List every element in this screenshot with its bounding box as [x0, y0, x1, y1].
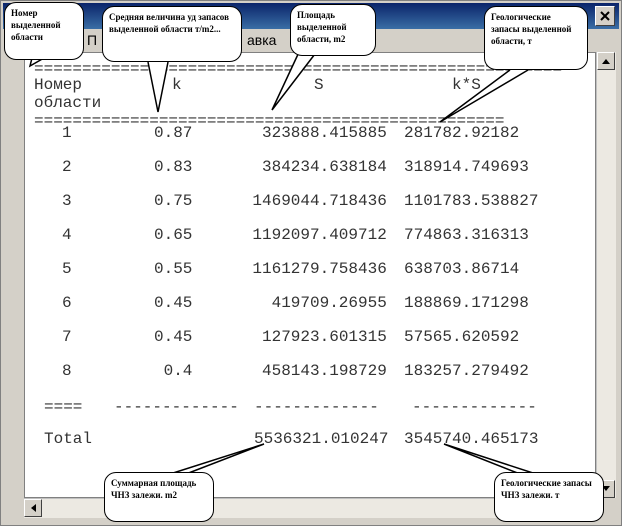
vertical-scrollbar[interactable]: [596, 52, 616, 498]
total-label: Total: [44, 430, 93, 448]
scroll-up-button[interactable]: [597, 52, 615, 70]
close-button[interactable]: [595, 6, 615, 26]
cell-s: 1469044.718436: [252, 192, 387, 210]
cell-ks: 188869.171298: [404, 294, 529, 312]
dash-k: -------------: [114, 398, 239, 416]
callout-area: Площадь выделенной области, m2: [290, 4, 376, 56]
menu-item-1[interactable]: П: [87, 32, 97, 48]
cell-num: 6: [62, 294, 72, 312]
total-s: 5536321.010247: [254, 430, 389, 448]
dash-num: ====: [44, 398, 83, 416]
cell-s: 127923.601315: [262, 328, 387, 346]
header-ks: k*S: [452, 76, 481, 94]
arrow-left-icon: [31, 504, 36, 512]
cell-k: 0.45: [154, 328, 193, 346]
callout-total-area: Суммарная площадь ЧНЗ залежи. m2: [104, 472, 214, 522]
cell-num: 2: [62, 158, 72, 176]
cell-k: 0.4: [163, 362, 193, 380]
cell-s: 419709.26955: [271, 294, 387, 312]
cell-num: 1: [62, 124, 72, 142]
cell-num: 8: [62, 362, 72, 380]
total-ks: 3545740.465173: [404, 430, 539, 448]
cell-num: 7: [62, 328, 72, 346]
callout-total-reserves: Геологические запасы ЧНЗ залежи. т: [494, 472, 604, 522]
cell-k: 0.65: [154, 226, 193, 244]
dash-s: -------------: [254, 398, 379, 416]
cell-s: 1192097.409712: [252, 226, 387, 244]
header-k: k: [172, 76, 182, 94]
cell-ks: 1101783.538827: [404, 192, 539, 210]
cell-k: 0.75: [154, 192, 193, 210]
cell-k: 0.55: [154, 260, 193, 278]
cell-k: 0.87: [154, 124, 193, 142]
separator-top: ========================================…: [34, 60, 563, 78]
cell-num: 5: [62, 260, 72, 278]
cell-ks: 318914.749693: [404, 158, 529, 176]
cell-ks: 774863.316313: [404, 226, 529, 244]
cell-ks: 638703.86714: [404, 260, 520, 278]
header-s: S: [314, 76, 324, 94]
callout-region-number: Номер выделенной области: [4, 2, 84, 60]
cell-k: 0.83: [154, 158, 193, 176]
menu-item-edit[interactable]: авка: [247, 32, 276, 48]
cell-s: 458143.198729: [262, 362, 387, 380]
cell-s: 323888.415885: [262, 124, 387, 142]
cell-ks: 183257.279492: [404, 362, 529, 380]
callout-reserves: Геологические запасы выделенной области,…: [484, 6, 588, 70]
cell-s: 1161279.758436: [252, 260, 387, 278]
scroll-left-button[interactable]: [24, 499, 42, 517]
callout-average-k: Средняя величина уд запасов выделенной о…: [102, 6, 242, 62]
left-panel: [2, 52, 24, 518]
dash-ks: -------------: [412, 398, 537, 416]
cell-num: 4: [62, 226, 72, 244]
cell-num: 3: [62, 192, 72, 210]
cell-s: 384234.638184: [262, 158, 387, 176]
header-num: Номер области: [34, 76, 102, 112]
cell-ks: 281782.92182: [404, 124, 520, 142]
cell-ks: 57565.620592: [404, 328, 520, 346]
arrow-up-icon: [602, 59, 610, 64]
close-icon: [600, 11, 610, 21]
cell-k: 0.45: [154, 294, 193, 312]
